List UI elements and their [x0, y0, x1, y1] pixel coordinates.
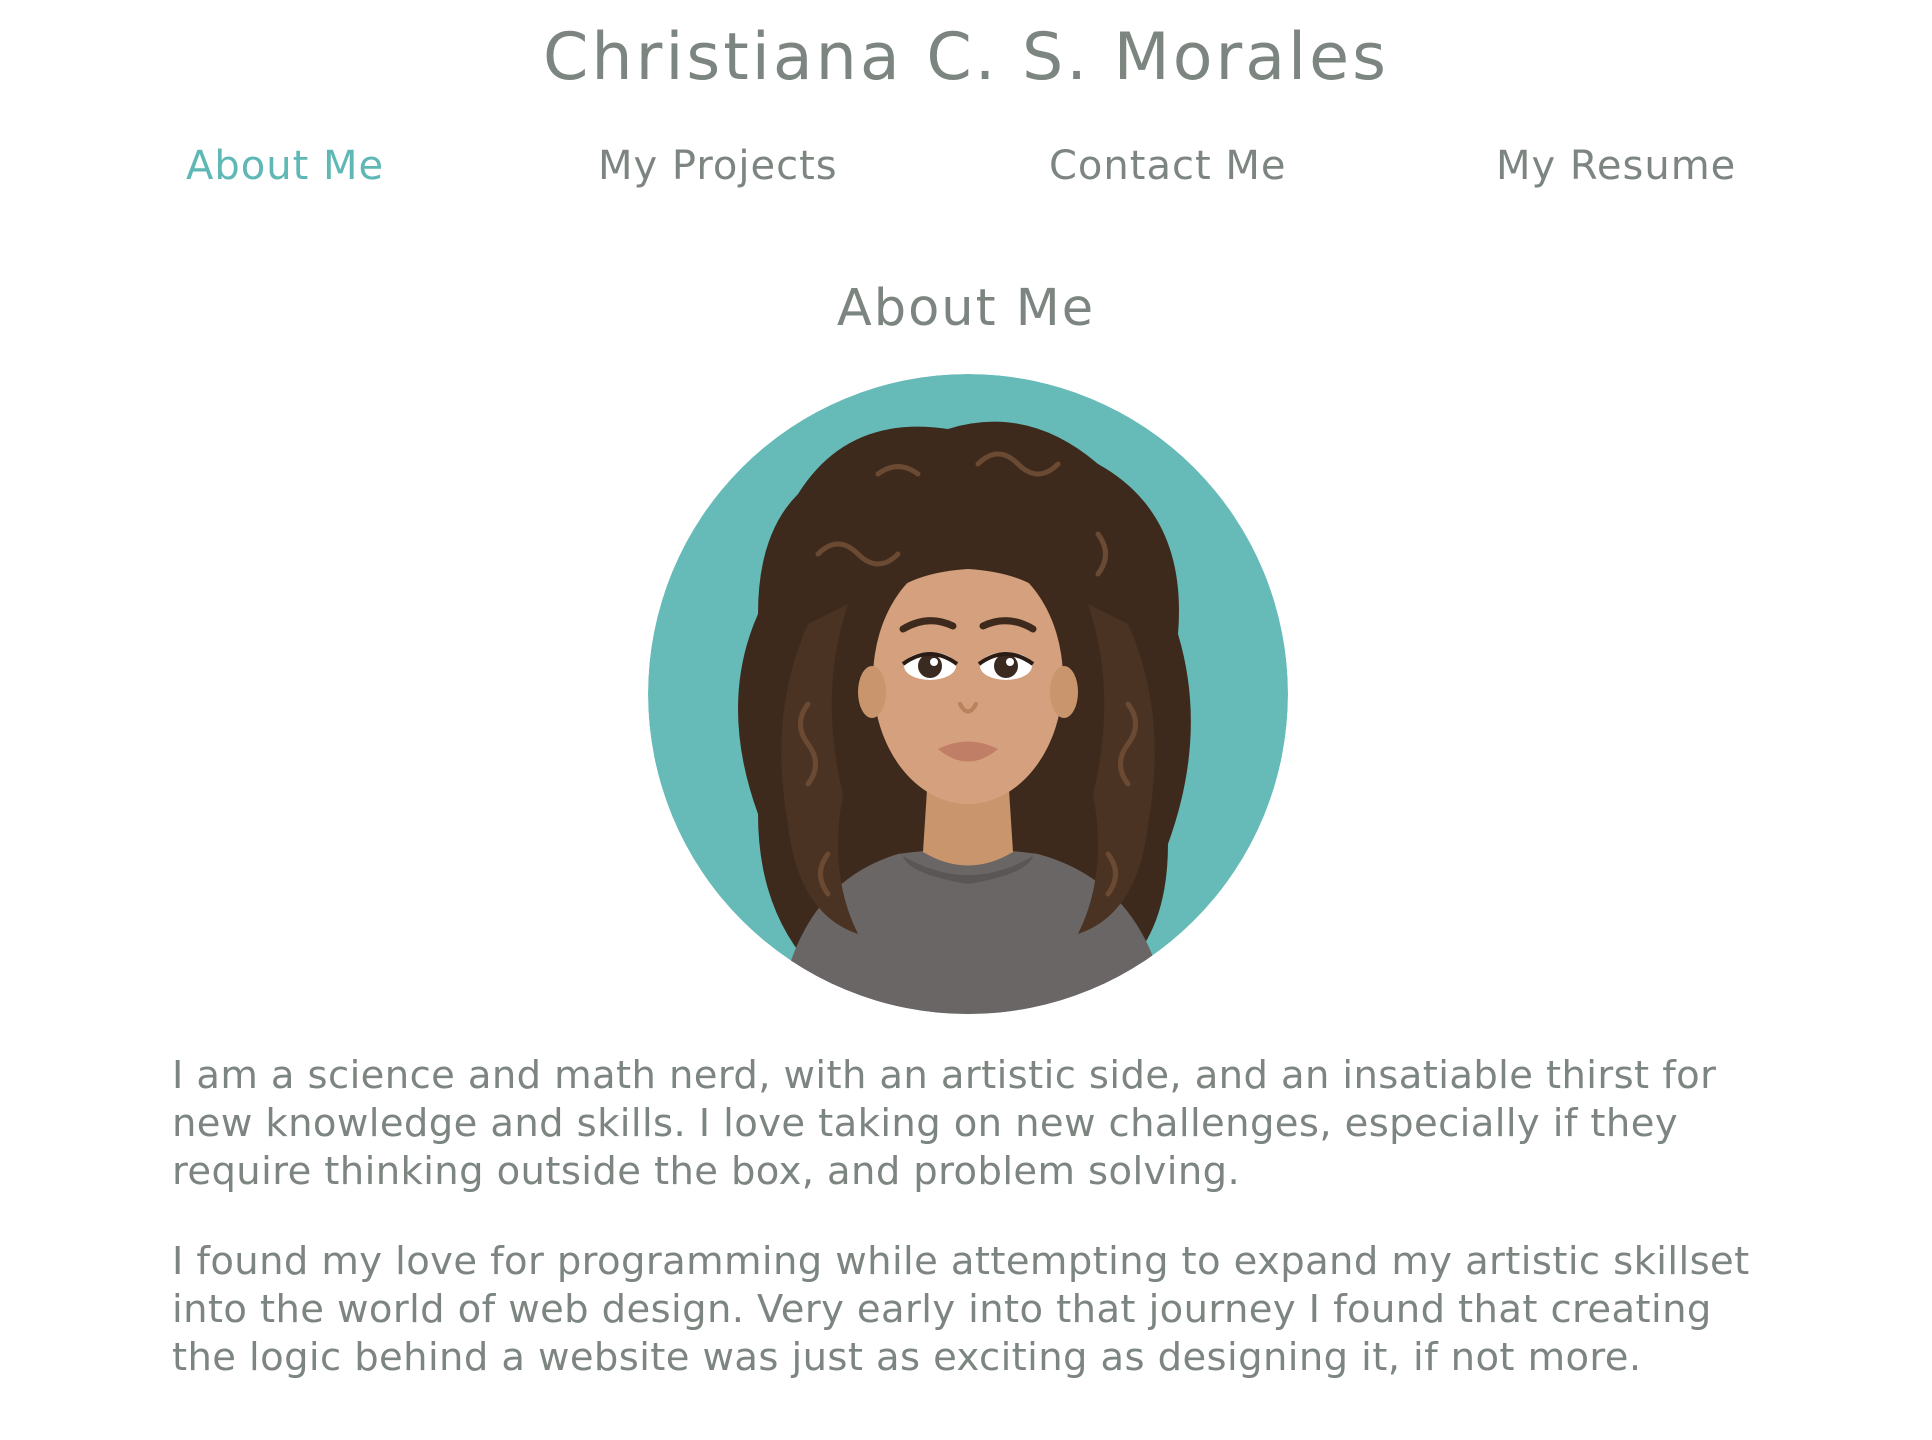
nav-about-me-link[interactable]: About Me	[186, 138, 384, 194]
site-title: Christiana C. S. Morales	[543, 20, 1389, 95]
main-nav: About Me My Projects Contact Me My Resum…	[0, 138, 1932, 198]
bio-paragraph: I found my love for programming while at…	[172, 1239, 1750, 1380]
nav-my-projects-link[interactable]: My Projects	[598, 138, 838, 194]
page: Christiana C. S. Morales About Me My Pro…	[0, 0, 1932, 1440]
nav-contact-me-link[interactable]: Contact Me	[1049, 138, 1286, 194]
about-heading: About Me	[836, 279, 1096, 338]
nav-my-resume-link[interactable]: My Resume	[1496, 138, 1736, 194]
bio-paragraph: I am a science and math nerd, with an ar…	[172, 1053, 1717, 1194]
avatar-portrait-image	[648, 374, 1288, 1014]
